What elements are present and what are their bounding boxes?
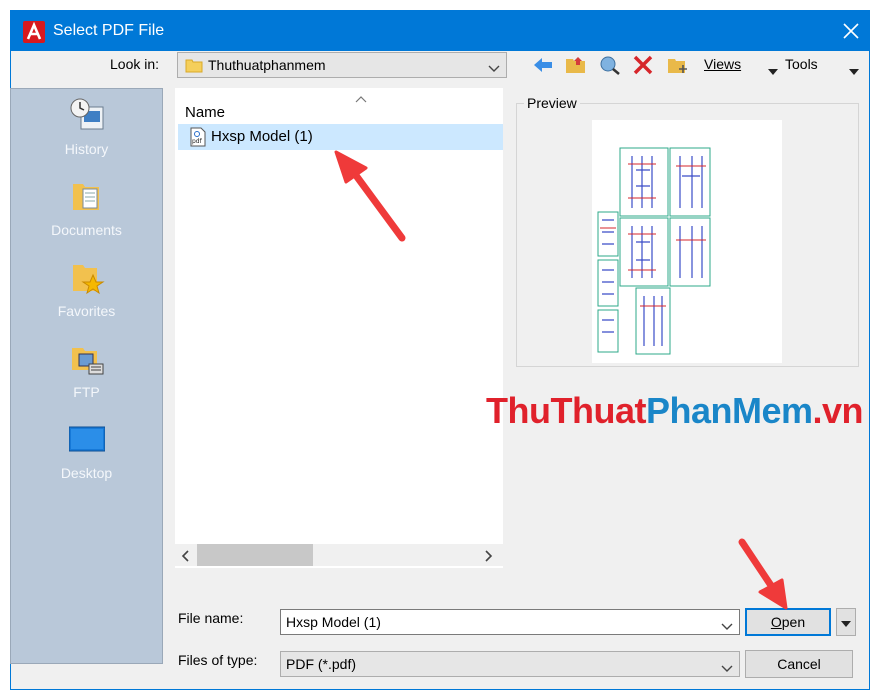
- folder-icon: [185, 57, 203, 73]
- history-icon: [69, 97, 105, 133]
- tools-dropdown-icon[interactable]: [849, 62, 859, 78]
- window-title: Select PDF File: [53, 22, 165, 39]
- cancel-button[interactable]: Cancel: [745, 650, 853, 678]
- folder-up-icon: [566, 57, 585, 73]
- scroll-left-icon[interactable]: [181, 549, 189, 565]
- places-bar: History Documents Favorites FTP Desktop: [10, 88, 163, 664]
- files-of-type-label: Files of type:: [178, 652, 258, 668]
- place-favorites[interactable]: Favorites: [11, 251, 162, 331]
- views-menu[interactable]: Views: [704, 56, 741, 72]
- tools-label: Tools: [785, 56, 818, 72]
- preview-label: Preview: [524, 95, 580, 111]
- back-arrow-icon: [534, 58, 552, 72]
- open-mnemonic: O: [770, 614, 782, 630]
- look-in-dropdown[interactable]: Thuthuatphanmem: [177, 52, 507, 78]
- file-row-selected[interactable]: pdf Hxsp Model (1): [178, 124, 503, 150]
- watermark-logo: ThuThuatPhanMem.vn: [486, 390, 864, 432]
- tools-menu[interactable]: Tools: [785, 56, 818, 72]
- open-options-button[interactable]: [836, 608, 856, 636]
- sort-ascending-icon: [355, 90, 367, 106]
- open-label-rest: pen: [781, 614, 806, 630]
- file-list[interactable]: Name pdf Hxsp Model (1): [175, 88, 503, 568]
- delete-button[interactable]: [629, 52, 655, 78]
- files-of-type-value: PDF (*.pdf): [286, 656, 357, 672]
- place-documents-label: Documents: [51, 222, 122, 238]
- horizontal-scrollbar[interactable]: [175, 544, 503, 566]
- scroll-right-icon[interactable]: [485, 549, 493, 565]
- file-name-input[interactable]: Hxsp Model (1): [280, 609, 740, 635]
- close-button[interactable]: [833, 11, 869, 51]
- place-documents[interactable]: Documents: [11, 170, 162, 250]
- look-in-label: Look in:: [110, 56, 160, 72]
- title-bar[interactable]: Select PDF File: [11, 11, 869, 51]
- search-globe-icon: [600, 56, 620, 75]
- pdf-file-icon: pdf: [190, 127, 206, 147]
- place-favorites-label: Favorites: [57, 303, 116, 319]
- close-icon: [843, 23, 859, 39]
- file-name-value: Hxsp Model (1): [286, 614, 381, 630]
- favorites-icon: [69, 259, 105, 295]
- views-dropdown-icon[interactable]: [768, 62, 778, 78]
- delete-x-icon: [633, 55, 653, 75]
- search-web-button[interactable]: [596, 52, 622, 78]
- chevron-down-icon: [488, 60, 500, 76]
- ftp-icon: [69, 340, 105, 376]
- watermark-part-3: .vn: [812, 390, 864, 431]
- watermark-part-1: ThuThuat: [486, 390, 646, 431]
- look-in-value: Thuthuatphanmem: [208, 57, 326, 73]
- autocad-app-icon: [23, 21, 45, 43]
- place-ftp-label: FTP: [73, 384, 100, 400]
- new-folder-icon: [668, 59, 687, 73]
- scrollbar-thumb[interactable]: [197, 544, 313, 566]
- place-ftp[interactable]: FTP: [11, 332, 162, 412]
- back-button[interactable]: [529, 52, 555, 78]
- column-header-name[interactable]: Name: [185, 104, 225, 121]
- dropdown-triangle-icon: [841, 621, 851, 627]
- chevron-down-icon: [721, 660, 733, 676]
- up-folder-button[interactable]: [562, 52, 588, 78]
- pdf-preview-thumbnail: [592, 120, 782, 363]
- file-name-text: Hxsp Model (1): [211, 128, 313, 145]
- file-name-label: File name:: [178, 610, 244, 626]
- open-button[interactable]: Open: [745, 608, 831, 636]
- files-of-type-dropdown[interactable]: PDF (*.pdf): [280, 651, 740, 677]
- svg-text:pdf: pdf: [192, 138, 203, 145]
- chevron-down-icon[interactable]: [721, 618, 733, 634]
- new-folder-button[interactable]: [664, 52, 690, 78]
- place-history-label: History: [64, 141, 109, 157]
- place-desktop[interactable]: Desktop: [11, 413, 162, 493]
- watermark-part-2: PhanMem: [645, 390, 813, 431]
- views-label: Views: [704, 56, 742, 72]
- documents-icon: [69, 178, 105, 214]
- place-desktop-label: Desktop: [60, 465, 113, 481]
- desktop-icon: [68, 421, 106, 457]
- place-history[interactable]: History: [11, 89, 162, 169]
